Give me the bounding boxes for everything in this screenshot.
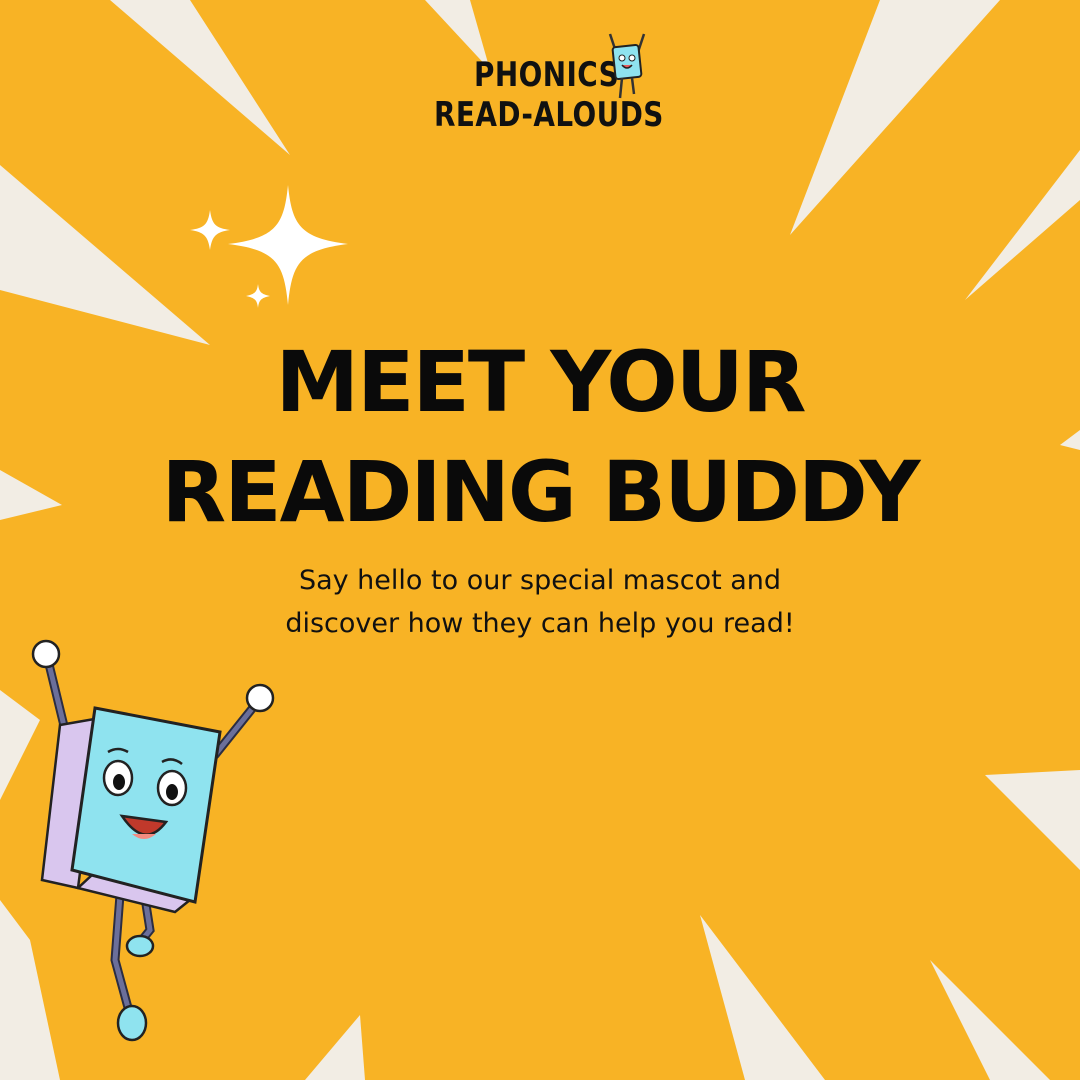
promo-card: PHONICS READ-ALOUDS MEET YOUR READING BU… [0, 0, 1080, 1080]
brand-logo: PHONICS READ-ALOUDS [430, 28, 663, 138]
headline-line-2: READING BUDDY [161, 443, 921, 541]
sparkles-icon [190, 185, 348, 308]
headline-line-1: MEET YOUR [275, 333, 806, 431]
book-mascot-icon [31, 639, 275, 1042]
book-mascot-small-icon [608, 33, 646, 99]
subtitle-line-1: Say hello to our special mascot and [298, 565, 782, 596]
brand-line-1: PHONICS [474, 55, 620, 95]
